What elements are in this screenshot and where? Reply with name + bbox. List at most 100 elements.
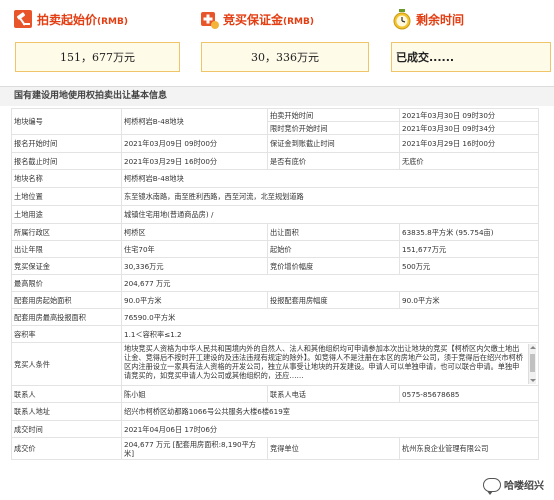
row-value: 90.0平方米 bbox=[121, 291, 268, 309]
row-key: 配套用房最高投报面积 bbox=[11, 308, 122, 326]
row-key: 所属行政区 bbox=[11, 223, 122, 241]
row-key: 竞买保证金 bbox=[11, 257, 122, 275]
row-value: 1.1＜容积率≤1.2 bbox=[121, 325, 539, 343]
deposit-value: 30，336万元 bbox=[201, 42, 369, 72]
section-title: 国有建设用地使用权拍卖出让基本信息 bbox=[0, 86, 554, 106]
row-key: 竞得单位 bbox=[267, 437, 400, 460]
row-key: 地块名称 bbox=[11, 169, 122, 188]
row-key: 报名截止时间 bbox=[11, 152, 122, 170]
row-value: 杭州东良企业管理有限公司 bbox=[399, 437, 539, 460]
row-value: 204,677 万元 bbox=[121, 274, 539, 292]
row-value: 204,677 万元 [配套用房面积:8,190平方米] bbox=[121, 437, 268, 460]
table-row: 报名开始时间 2021年03月09日 09时00分 保证金到账截止时间 2021… bbox=[11, 134, 539, 153]
row-value: 0575-85678685 bbox=[399, 385, 539, 403]
row-value: 绍兴市柯桥区幼都路1066号公共服务大楼6楼619室 bbox=[121, 402, 539, 421]
row-value: 柯桥柯岩B-48地块 bbox=[121, 108, 268, 135]
row-value: 柯桥柯岩B-48地块 bbox=[121, 169, 539, 188]
watermark: 哈喽绍兴 bbox=[483, 477, 544, 495]
table-row: 配套用房最高投报面积 76590.0平方米 bbox=[11, 308, 539, 326]
table-row: 最高限价 204,677 万元 bbox=[11, 274, 539, 292]
bidder-conditions-text: 地块竞买人资格为中华人民共和国境内外的自然人、法人和其他组织均可申请参加本次出让… bbox=[124, 344, 523, 380]
row-key: 联系人地址 bbox=[11, 402, 122, 421]
row-value: 63835.8平方米 (95.754亩) bbox=[399, 223, 539, 241]
table-row: 竞买保证金 30,336万元 竞价增价幅度 500万元 bbox=[11, 257, 539, 275]
time-left-card: 剩余时间 已成交...... bbox=[391, 8, 551, 74]
medical-kit-icon bbox=[201, 12, 219, 29]
clock-icon bbox=[393, 9, 411, 30]
table-row: 地块编号 柯桥柯岩B-48地块 拍卖开始时间 2021年03月30日 09时30… bbox=[11, 108, 539, 135]
row-key: 出让面积 bbox=[267, 223, 400, 241]
row-key: 地块编号 bbox=[11, 108, 122, 135]
start-price-unit: (RMB) bbox=[97, 16, 128, 27]
row-value: 城镇住宅用地(普通商品房) / bbox=[121, 205, 539, 224]
row-value: 2021年04月06日 17时06分 bbox=[121, 420, 539, 438]
summary-panel: 拍卖起始价(RMB) 151，677万元 竞买保证金(RMB) 30，336万元 bbox=[0, 0, 554, 86]
row-key: 成交时间 bbox=[11, 420, 122, 438]
row-key: 保证金到账截止时间 bbox=[267, 134, 400, 153]
row-key: 报名开始时间 bbox=[11, 134, 122, 153]
table-row: 联系人地址 绍兴市柯桥区幼都路1066号公共服务大楼6楼619室 bbox=[11, 402, 539, 421]
row-value: 500万元 bbox=[399, 257, 539, 275]
table-row: 成交时间 2021年04月06日 17时06分 bbox=[11, 420, 539, 438]
row-value: 住宅70年 bbox=[121, 240, 268, 258]
bidder-conditions-scrollarea[interactable]: 地块竞买人资格为中华人民共和国境内外的自然人、法人和其他组织均可申请参加本次出让… bbox=[124, 344, 536, 384]
row-key: 拍卖开始时间 bbox=[267, 108, 400, 122]
table-row: 土地用途 城镇住宅用地(普通商品房) / bbox=[11, 205, 539, 224]
start-price-value: 151，677万元 bbox=[15, 42, 180, 72]
start-price-label: 拍卖起始价 bbox=[37, 12, 98, 27]
scroll-down-icon[interactable] bbox=[530, 379, 536, 382]
row-value: 30,336万元 bbox=[121, 257, 268, 275]
table-row: 配套用房起始面积 90.0平方米 投报配套用房幅度 90.0平方米 bbox=[11, 291, 539, 309]
scrollbar[interactable] bbox=[528, 344, 536, 384]
table-row: 成交价 204,677 万元 [配套用房面积:8,190平方米] 竞得单位 杭州… bbox=[11, 437, 539, 460]
table-row: 容积率 1.1＜容积率≤1.2 bbox=[11, 325, 539, 343]
gavel-icon bbox=[14, 10, 32, 28]
scroll-thumb[interactable] bbox=[530, 354, 535, 372]
row-value: 无底价 bbox=[399, 152, 539, 170]
info-table: 地块编号 柯桥柯岩B-48地块 拍卖开始时间 2021年03月30日 09时30… bbox=[11, 108, 539, 460]
row-key: 出让年限 bbox=[11, 240, 122, 258]
row-key: 竞买人条件 bbox=[11, 342, 122, 386]
table-row: 地块名称 柯桥柯岩B-48地块 bbox=[11, 169, 539, 188]
scroll-up-icon[interactable] bbox=[530, 346, 536, 349]
row-key: 联系人 bbox=[11, 385, 122, 403]
row-key: 限时竞价开始时间 bbox=[267, 121, 400, 135]
table-row: 所属行政区 柯桥区 出让面积 63835.8平方米 (95.754亩) bbox=[11, 223, 539, 241]
time-left-label: 剩余时间 bbox=[416, 12, 465, 27]
row-value: 2021年03月30日 09时34分 bbox=[399, 121, 539, 135]
watermark-text: 哈喽绍兴 bbox=[504, 481, 544, 492]
row-value: 东至镜水南路，南至胜利西路，西至河流，北至规划道路 bbox=[121, 187, 539, 206]
row-key: 土地用途 bbox=[11, 205, 122, 224]
row-key: 容积率 bbox=[11, 325, 122, 343]
deposit-card: 竞买保证金(RMB) 30，336万元 bbox=[198, 8, 374, 74]
row-value: 151,677万元 bbox=[399, 240, 539, 258]
row-value: 2021年03月29日 16时00分 bbox=[121, 152, 268, 170]
table-row: 出让年限 住宅70年 起始价 151,677万元 bbox=[11, 240, 539, 258]
row-value: 90.0平方米 bbox=[399, 291, 539, 309]
row-key: 是否有底价 bbox=[267, 152, 400, 170]
bidder-conditions-cell: 地块竞买人资格为中华人民共和国境内外的自然人、法人和其他组织均可申请参加本次出让… bbox=[121, 342, 539, 386]
row-key: 成交价 bbox=[11, 437, 122, 460]
row-value: 2021年03月09日 09时00分 bbox=[121, 134, 268, 153]
row-key: 土地位置 bbox=[11, 187, 122, 206]
row-key: 配套用房起始面积 bbox=[11, 291, 122, 309]
row-key: 联系人电话 bbox=[267, 385, 400, 403]
row-value: 2021年03月29日 16时00分 bbox=[399, 134, 539, 153]
row-value: 陈小姐 bbox=[121, 385, 268, 403]
deposit-label: 竞买保证金 bbox=[223, 12, 284, 27]
deposit-unit: (RMB) bbox=[283, 16, 314, 27]
row-value: 2021年03月30日 09时30分 bbox=[399, 108, 539, 122]
row-key: 竞价增价幅度 bbox=[267, 257, 400, 275]
table-row: 报名截止时间 2021年03月29日 16时00分 是否有底价 无底价 bbox=[11, 152, 539, 170]
time-left-value: 已成交...... bbox=[391, 42, 551, 72]
wechat-icon bbox=[483, 477, 501, 495]
start-price-card: 拍卖起始价(RMB) 151，677万元 bbox=[12, 8, 184, 74]
row-key: 起始价 bbox=[267, 240, 400, 258]
row-value: 柯桥区 bbox=[121, 223, 268, 241]
row-key: 最高限价 bbox=[11, 274, 122, 292]
row-key: 投报配套用房幅度 bbox=[267, 291, 400, 309]
table-row: 联系人 陈小姐 联系人电话 0575-85678685 bbox=[11, 385, 539, 403]
row-value: 76590.0平方米 bbox=[121, 308, 539, 326]
table-row: 竞买人条件 地块竞买人资格为中华人民共和国境内外的自然人、法人和其他组织均可申请… bbox=[11, 342, 539, 386]
table-row: 土地位置 东至镜水南路，南至胜利西路，西至河流，北至规划道路 bbox=[11, 187, 539, 206]
